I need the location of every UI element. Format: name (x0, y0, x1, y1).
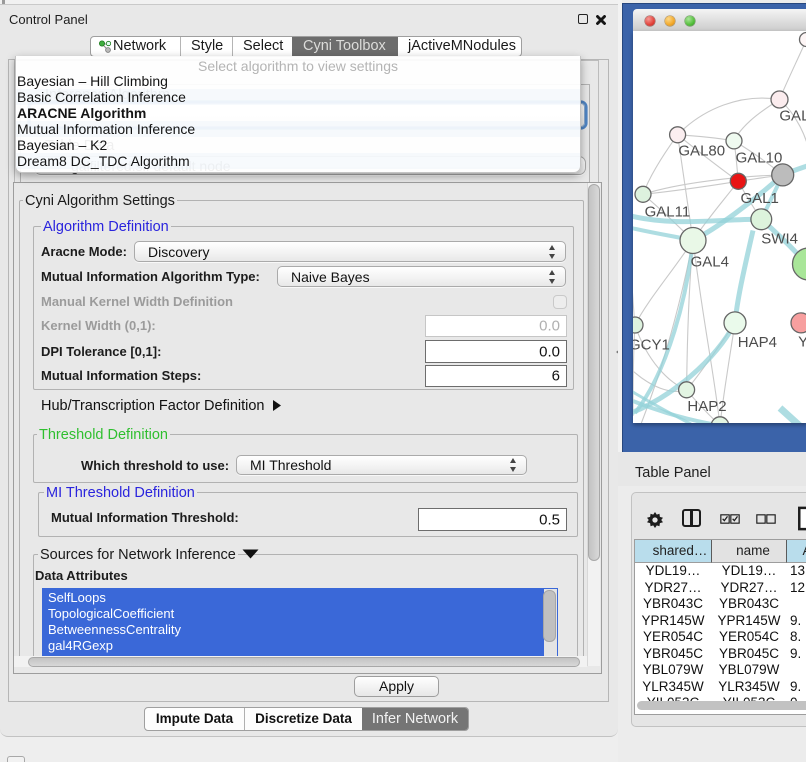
svg-text:GCY1: GCY1 (633, 337, 670, 354)
svg-text:GAL1: GAL1 (741, 190, 779, 207)
svg-text:GAL7: GAL7 (779, 108, 806, 125)
svg-text:GAL4: GAL4 (691, 254, 729, 271)
svg-text:HAP2: HAP2 (687, 398, 726, 415)
svg-text:GAL10: GAL10 (736, 150, 783, 167)
svg-text:GAL11: GAL11 (645, 204, 691, 221)
svg-text:SWI4: SWI4 (761, 231, 798, 248)
svg-text:YJ: YJ (798, 334, 806, 351)
svg-text:HAP4: HAP4 (738, 334, 777, 351)
svg-text:GAL80: GAL80 (678, 142, 725, 159)
